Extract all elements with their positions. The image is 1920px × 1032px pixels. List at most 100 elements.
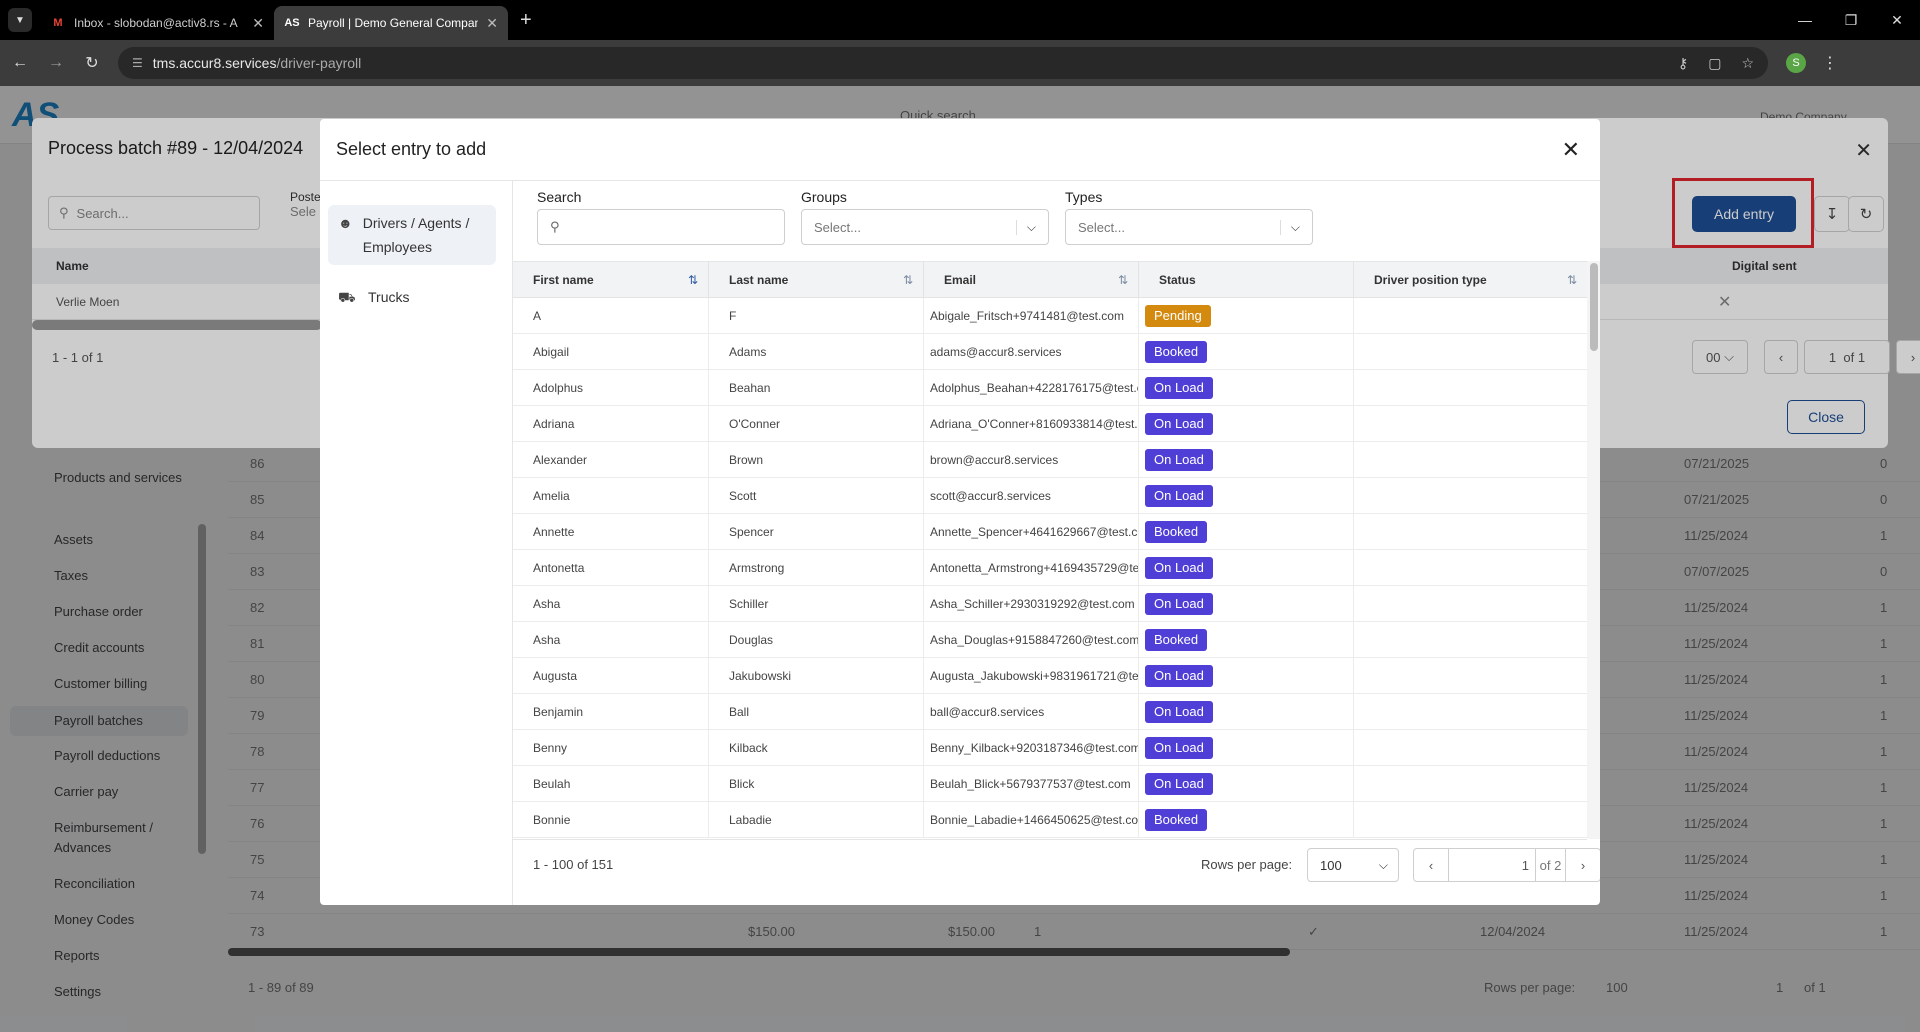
- status-badge: Booked: [1145, 629, 1208, 651]
- table-row[interactable]: Beulah Blick Beulah_Blick+5679377537@test.…: [513, 766, 1587, 802]
- sort-icon[interactable]: ⇅: [688, 262, 698, 298]
- status-badge: On Load: [1145, 593, 1213, 615]
- sort-icon[interactable]: ⇅: [1567, 262, 1577, 298]
- close-icon[interactable]: ✕: [1562, 137, 1580, 163]
- search-label: Search: [537, 189, 582, 205]
- minimize-icon[interactable]: —: [1782, 0, 1828, 40]
- status-badge: Booked: [1145, 341, 1208, 363]
- cell-status: On Load: [1139, 550, 1354, 586]
- status-badge: On Load: [1145, 557, 1213, 579]
- scrollbar-thumb[interactable]: [1590, 263, 1598, 351]
- close-tab-icon[interactable]: ✕: [252, 15, 264, 32]
- restore-icon[interactable]: ❐: [1828, 0, 1874, 40]
- close-tab-icon[interactable]: ✕: [486, 15, 498, 32]
- sort-icon[interactable]: ⇅: [903, 262, 913, 298]
- cell-email: Beulah_Blick+5679377537@test.com: [924, 766, 1139, 802]
- groups-select[interactable]: Select... ⌵: [801, 209, 1049, 245]
- table-row[interactable]: Augusta Jakubowski Augusta_Jakubowski+9831…: [513, 658, 1587, 694]
- table-row[interactable]: Benjamin Ball ball@accur8.services On Load: [513, 694, 1587, 730]
- profile-avatar[interactable]: S: [1786, 53, 1806, 73]
- page-input[interactable]: 1: [1449, 848, 1535, 882]
- cell-status: On Load: [1139, 658, 1354, 694]
- bookmark-star-icon[interactable]: ☆: [1741, 55, 1754, 72]
- cell-driver-position-type: [1354, 622, 1587, 658]
- status-badge: Booked: [1145, 809, 1208, 831]
- next-page-icon[interactable]: ›: [1565, 848, 1600, 882]
- cell-first-name: Annette: [513, 514, 709, 550]
- cell-last-name: Jakubowski: [709, 658, 924, 694]
- cell-driver-position-type: [1354, 442, 1587, 478]
- col-label: Status: [1159, 273, 1196, 287]
- status-badge: On Load: [1145, 665, 1213, 687]
- col-status[interactable]: Status: [1139, 262, 1354, 298]
- cell-email: ball@accur8.services: [924, 694, 1139, 730]
- forward-icon[interactable]: →: [40, 47, 72, 79]
- table-vertical-scrollbar[interactable]: [1587, 261, 1600, 839]
- cell-driver-position-type: [1354, 730, 1587, 766]
- table-row[interactable]: Amelia Scott scott@accur8.services On Load: [513, 478, 1587, 514]
- browser-menu-icon[interactable]: ⋮: [1822, 53, 1838, 73]
- nav-label: Drivers / Agents / Employees: [362, 215, 470, 255]
- cell-status: On Load: [1139, 478, 1354, 514]
- chevron-down-icon: ⌵: [1015, 219, 1036, 235]
- table-row[interactable]: Benny Kilback Benny_Kilback+9203187346@tes…: [513, 730, 1587, 766]
- table-row[interactable]: Asha Schiller Asha_Schiller+2930319292@tes…: [513, 586, 1587, 622]
- users-icon: ☻: [338, 215, 353, 231]
- nav-trucks[interactable]: ⛟ Trucks: [328, 279, 496, 315]
- types-select[interactable]: Select... ⌵: [1065, 209, 1313, 245]
- cell-first-name: Asha: [513, 586, 709, 622]
- types-placeholder: Select...: [1078, 219, 1125, 235]
- site-info-icon[interactable]: ☰: [132, 56, 143, 70]
- col-first-name[interactable]: First name ⇅: [513, 262, 709, 298]
- cell-driver-position-type: [1354, 406, 1587, 442]
- app-favicon-icon: AS: [284, 17, 300, 29]
- cell-email: Asha_Schiller+2930319292@test.com: [924, 586, 1139, 622]
- table-row[interactable]: Antonetta Armstrong Antonetta_Armstrong+41…: [513, 550, 1587, 586]
- cell-status: On Load: [1139, 694, 1354, 730]
- reload-icon[interactable]: ↻: [76, 47, 108, 79]
- cell-last-name: Armstrong: [709, 550, 924, 586]
- cell-email: Bonnie_Labadie+1466450625@test.com: [924, 802, 1139, 838]
- cell-last-name: Blick: [709, 766, 924, 802]
- browser-tab-payroll[interactable]: AS Payroll | Demo General Compan ✕: [274, 6, 508, 40]
- cell-driver-position-type: [1354, 694, 1587, 730]
- password-key-icon[interactable]: ⚷: [1678, 55, 1688, 72]
- cell-last-name: O'Conner: [709, 406, 924, 442]
- cell-driver-position-type: [1354, 586, 1587, 622]
- table-row[interactable]: Abigail Adams adams@accur8.services Booked: [513, 334, 1587, 370]
- cell-last-name: Adams: [709, 334, 924, 370]
- col-driver-position-type[interactable]: Driver position type ⇅: [1354, 262, 1587, 298]
- table-row[interactable]: Alexander Brown brown@accur8.services On Lo…: [513, 442, 1587, 478]
- col-last-name[interactable]: Last name ⇅: [709, 262, 924, 298]
- rows-per-page-select[interactable]: 100 ⌵: [1307, 848, 1399, 882]
- cell-last-name: Kilback: [709, 730, 924, 766]
- table-row[interactable]: Annette Spencer Annette_Spencer+4641629667…: [513, 514, 1587, 550]
- close-window-icon[interactable]: ✕: [1874, 0, 1920, 40]
- table-row[interactable]: Bonnie Labadie Bonnie_Labadie+1466450625@t…: [513, 802, 1587, 838]
- col-email[interactable]: Email ⇅: [924, 262, 1139, 298]
- modal-title: Select entry to add: [336, 139, 487, 159]
- table-row[interactable]: Adolphus Beahan Adolphus_Beahan+4228176175…: [513, 370, 1587, 406]
- tab-search-icon[interactable]: ▼: [8, 8, 32, 32]
- browser-tab-gmail[interactable]: M Inbox - slobodan@activ8.rs - A ✕: [40, 6, 274, 40]
- cell-first-name: Augusta: [513, 658, 709, 694]
- install-app-icon[interactable]: ▢: [1708, 55, 1721, 72]
- table-row[interactable]: Asha Douglas Asha_Douglas+9158847260@test.…: [513, 622, 1587, 658]
- table-row[interactable]: A F Abigale_Fritsch+9741481@test.com Pendin…: [513, 298, 1587, 334]
- table-header: First name ⇅ Last name ⇅ Email ⇅ Status Dri…: [513, 262, 1587, 298]
- nav-drivers-agents-employees[interactable]: ☻ Drivers / Agents / Employees: [328, 205, 496, 265]
- search-input[interactable]: ⚲: [537, 209, 785, 245]
- cell-driver-position-type: [1354, 658, 1587, 694]
- status-badge: On Load: [1145, 449, 1213, 471]
- status-badge: On Load: [1145, 701, 1213, 723]
- new-tab-button[interactable]: +: [520, 9, 532, 32]
- prev-page-icon[interactable]: ‹: [1413, 848, 1449, 882]
- sort-icon[interactable]: ⇅: [1118, 262, 1128, 298]
- pager: ‹ 1 of 2 ›: [1413, 848, 1600, 882]
- cell-first-name: Benny: [513, 730, 709, 766]
- back-icon[interactable]: ←: [4, 47, 36, 79]
- cell-status: Booked: [1139, 334, 1354, 370]
- cell-last-name: Ball: [709, 694, 924, 730]
- address-bar[interactable]: ☰ tms.accur8.services/driver-payroll ⚷ ▢…: [118, 47, 1768, 79]
- table-row[interactable]: Adriana O'Conner Adriana_O'Conner+81609338…: [513, 406, 1587, 442]
